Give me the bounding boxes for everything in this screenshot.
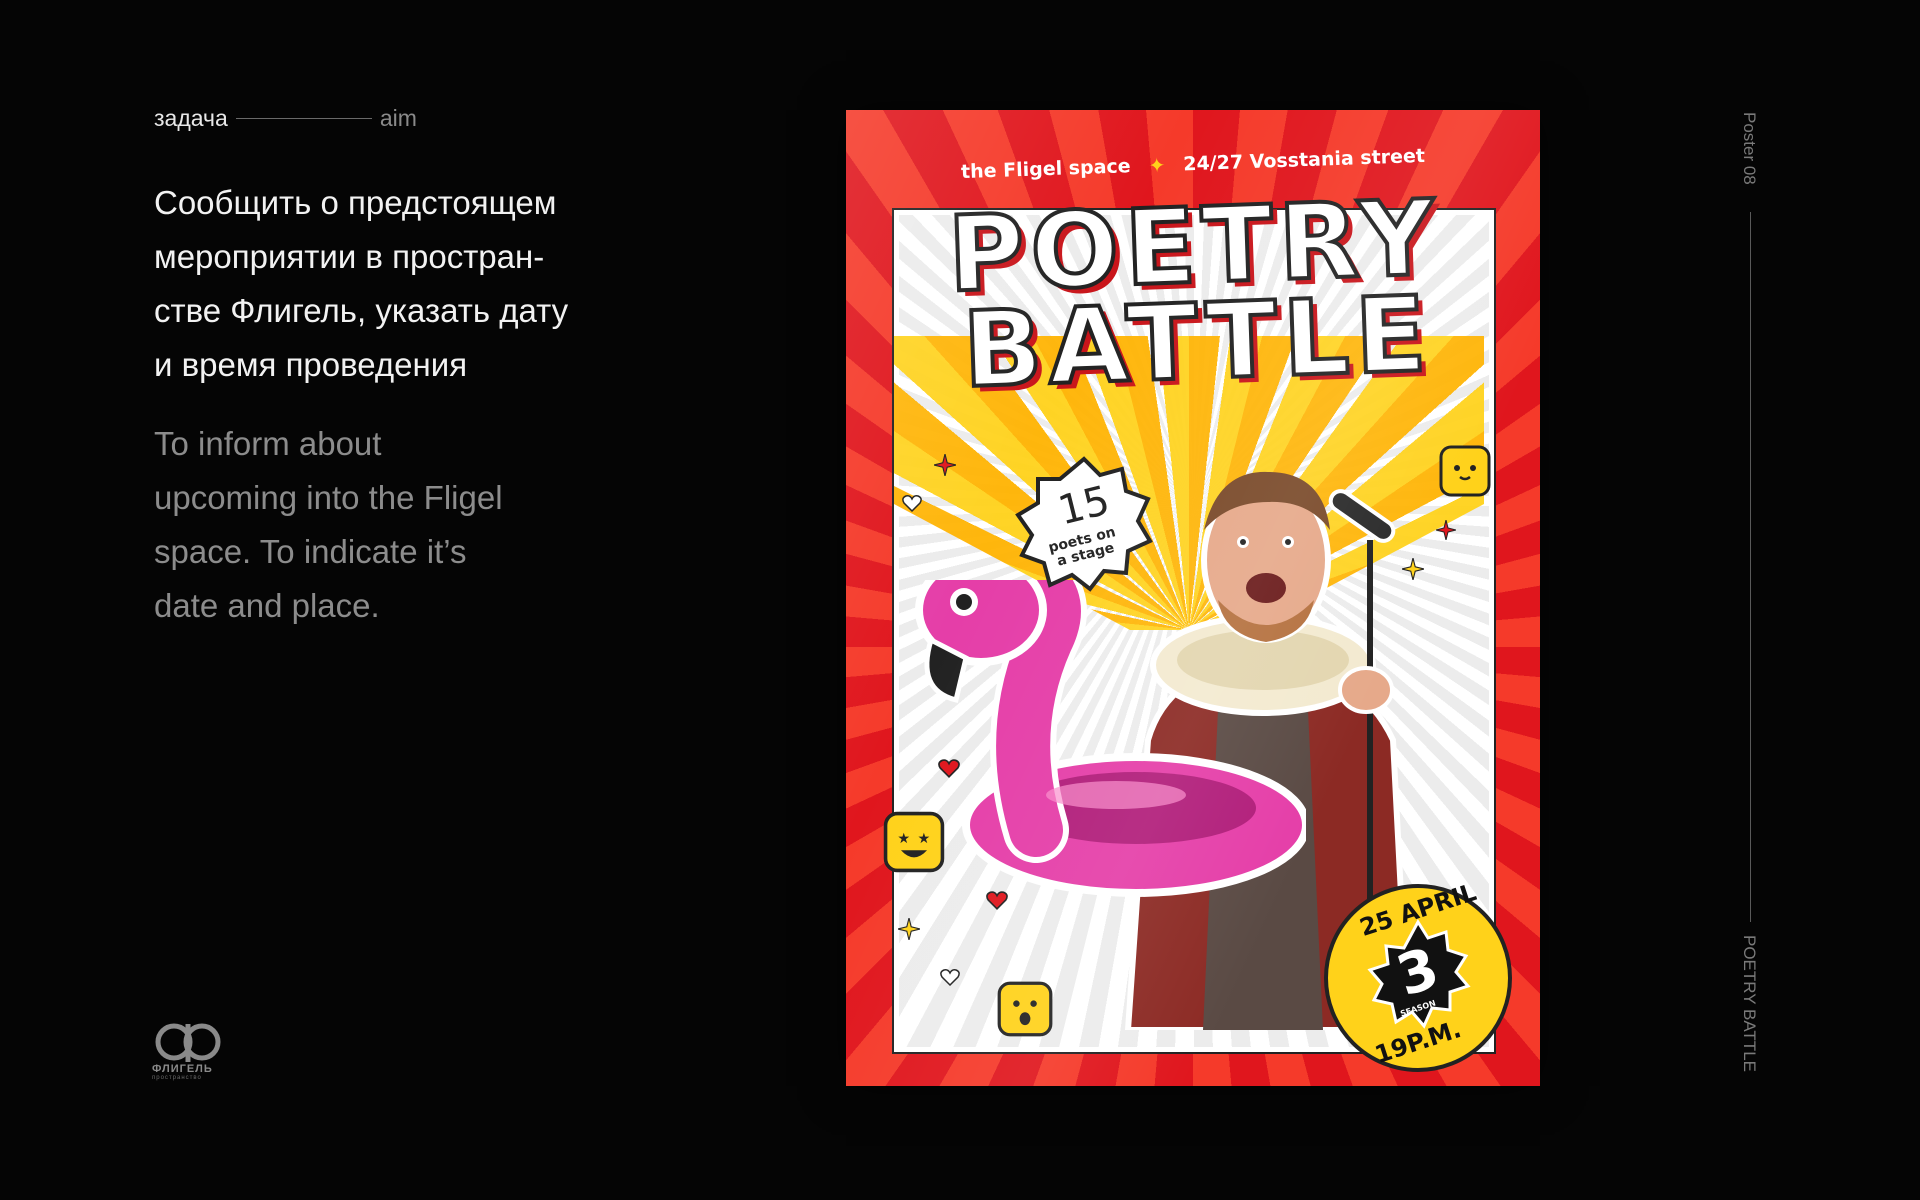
poster-address: 24/27 Vosstania street [1182, 144, 1426, 176]
aim-text-en-line: date and place. [154, 587, 380, 624]
surprised-face-cube-icon [997, 981, 1053, 1037]
poster: the Fligel space ✦ 24/27 Vosstania stree… [846, 110, 1540, 1086]
sparkle-icon [898, 918, 920, 940]
sparkle-icon [934, 454, 956, 476]
poster-venue: the Fligel space [960, 155, 1131, 184]
poster-number-text: Poster 08 [1740, 112, 1759, 185]
fligel-logo: ФЛИГЕЛЬ пространство [152, 1022, 232, 1081]
aim-text-en-line: To inform about [154, 425, 382, 462]
heading-divider [235, 117, 372, 119]
heart-outline-icon [940, 969, 960, 986]
poster-name-text: POETRY BATTLE [1740, 935, 1759, 1072]
date-badge-text: 25 APRIL 3 SEASON 19P.M. [1320, 878, 1516, 1076]
sparkle-icon [1436, 520, 1456, 540]
star-eyes-face-cube-icon: ★ ★ [883, 811, 945, 873]
aim-text-ru-line: Сообщить о предстоящем [154, 184, 557, 221]
heading-label-ru: задача [154, 105, 228, 131]
aim-text-en-line: upcoming into the Fligel [154, 479, 503, 516]
heart-icon [938, 759, 960, 778]
heart-icon [986, 891, 1008, 910]
sparkle-icon: ✦ [1148, 152, 1166, 178]
aim-text-ru-line: стве Флигель, указать дату [154, 292, 569, 329]
svg-text:★: ★ [897, 831, 910, 847]
flamingo-illustration [915, 580, 1306, 897]
logo-name: ФЛИГЕЛЬ [152, 1063, 213, 1075]
smiling-face-cube-icon [1439, 445, 1491, 497]
aim-text-ru-line: мероприятии в простран- [154, 238, 545, 275]
svg-text:★: ★ [918, 831, 931, 847]
poster-title-line-2: BATTLE [959, 271, 1436, 413]
logo-subtitle: пространство [152, 1075, 202, 1081]
fligel-logo-icon [155, 1023, 221, 1062]
poster-title: POETRY BATTLE [883, 174, 1509, 413]
aim-text-en-line: space. To indicate it’s [154, 533, 467, 570]
aim-text-ru: Сообщить о предстоящем мероприятии в про… [154, 176, 634, 392]
heading-label-en: aim [379, 105, 417, 131]
aim-text-en: To inform about upcoming into the Fligel… [154, 417, 574, 633]
aim-text-ru-line: и время проведения [154, 346, 468, 383]
sparkle-icon [1402, 558, 1424, 580]
heart-outline-icon [902, 495, 922, 512]
section-heading: задача aim [154, 104, 417, 132]
vertical-divider [1750, 212, 1751, 922]
poets-count-text: 15 poets on a stage [1014, 455, 1154, 595]
